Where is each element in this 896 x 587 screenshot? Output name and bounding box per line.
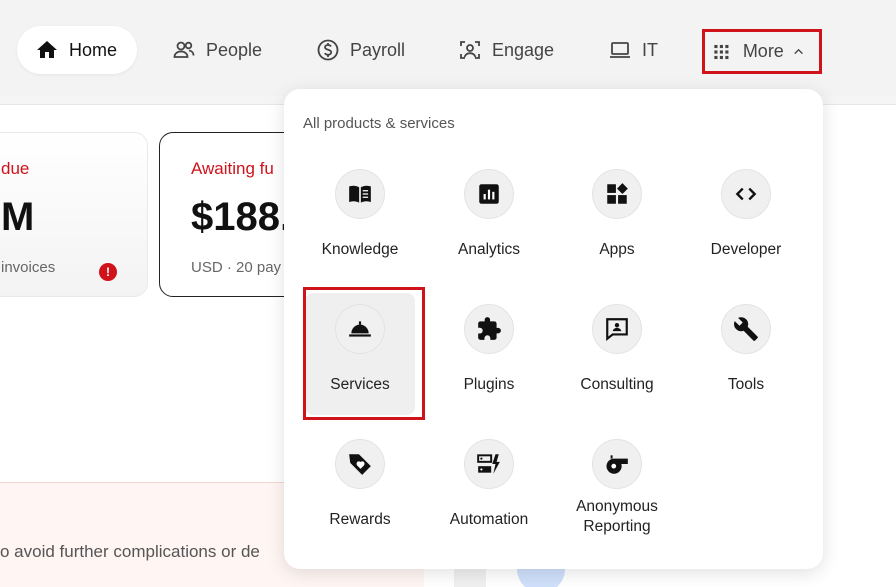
- wrench-icon: [734, 317, 758, 341]
- laptop-icon: [610, 42, 630, 58]
- apps-icon: [607, 183, 628, 204]
- menu-item-label: Anonymous Reporting: [576, 498, 658, 535]
- code-icon: [735, 187, 757, 201]
- menu-item-analytics[interactable]: Analytics: [434, 169, 544, 289]
- card-value: M: [1, 195, 35, 239]
- nav-home[interactable]: Home: [17, 26, 137, 74]
- top-nav: Home People Payroll Engage IT More: [0, 0, 896, 96]
- rewards-tag-icon: [349, 454, 371, 475]
- chevron-up-icon: [794, 48, 803, 54]
- card-label: due: [1, 159, 30, 178]
- menu-item-developer[interactable]: Developer: [691, 169, 801, 289]
- book-icon: [349, 185, 371, 203]
- dropdown-title: All products & services: [303, 115, 455, 132]
- nav-more-button[interactable]: More: [702, 29, 822, 74]
- nav-engage[interactable]: Engage: [444, 26, 568, 74]
- analytics-icon: [479, 184, 499, 204]
- summary-card-due[interactable]: due M invoices: [0, 132, 148, 297]
- menu-item-label: Automation: [449, 511, 529, 528]
- alert-icon: !: [99, 263, 117, 281]
- puzzle-icon: [478, 317, 501, 340]
- menu-item-label: Developer: [710, 241, 782, 258]
- menu-item-label: Consulting: [580, 376, 654, 393]
- engage-icon: [460, 41, 480, 59]
- grid-icon: [714, 44, 729, 59]
- nav-payroll-label: Payroll: [350, 39, 406, 60]
- dollar-circle-icon: [317, 39, 339, 61]
- nav-engage-label: Engage: [492, 39, 555, 60]
- nav-it-label: IT: [642, 39, 658, 60]
- notice-text: o avoid further complications or de: [0, 542, 260, 561]
- menu-item-label: Analytics: [457, 241, 521, 258]
- nav-people[interactable]: People: [158, 26, 276, 74]
- menu-item-automation[interactable]: Automation: [434, 439, 544, 559]
- nav-people-label: People: [206, 39, 263, 60]
- automation-icon: [477, 454, 500, 474]
- card-label: Awaiting fu: [191, 159, 274, 178]
- nav-home-label: Home: [69, 39, 118, 60]
- menu-item-label: Knowledge: [321, 241, 399, 258]
- menu-item-rewards[interactable]: Rewards: [305, 439, 415, 559]
- nav-it[interactable]: IT: [594, 26, 672, 74]
- home-icon: [37, 41, 57, 58]
- services-highlight: [303, 287, 425, 420]
- menu-item-label: Plugins: [463, 376, 515, 393]
- menu-item-apps[interactable]: Apps: [562, 169, 672, 289]
- menu-item-tools[interactable]: Tools: [691, 304, 801, 424]
- whistle-icon: [606, 455, 628, 474]
- menu-item-consulting[interactable]: Consulting: [562, 304, 672, 424]
- card-sub: invoices: [1, 259, 56, 276]
- menu-item-anonymous-reporting[interactable]: Anonymous Reporting: [562, 439, 672, 559]
- card-sub: USD · 20 pay: [191, 259, 282, 276]
- menu-item-label: Tools: [727, 376, 765, 393]
- nav-more-label: More: [742, 41, 784, 61]
- menu-item-plugins[interactable]: Plugins: [434, 304, 544, 424]
- menu-item-label: Apps: [599, 241, 635, 258]
- card-value: $188.: [191, 195, 292, 239]
- consulting-icon: [606, 318, 628, 342]
- nav-payroll[interactable]: Payroll: [302, 26, 419, 74]
- menu-item-label: Rewards: [329, 511, 391, 528]
- people-icon: [173, 41, 195, 58]
- menu-item-knowledge[interactable]: Knowledge: [305, 169, 415, 289]
